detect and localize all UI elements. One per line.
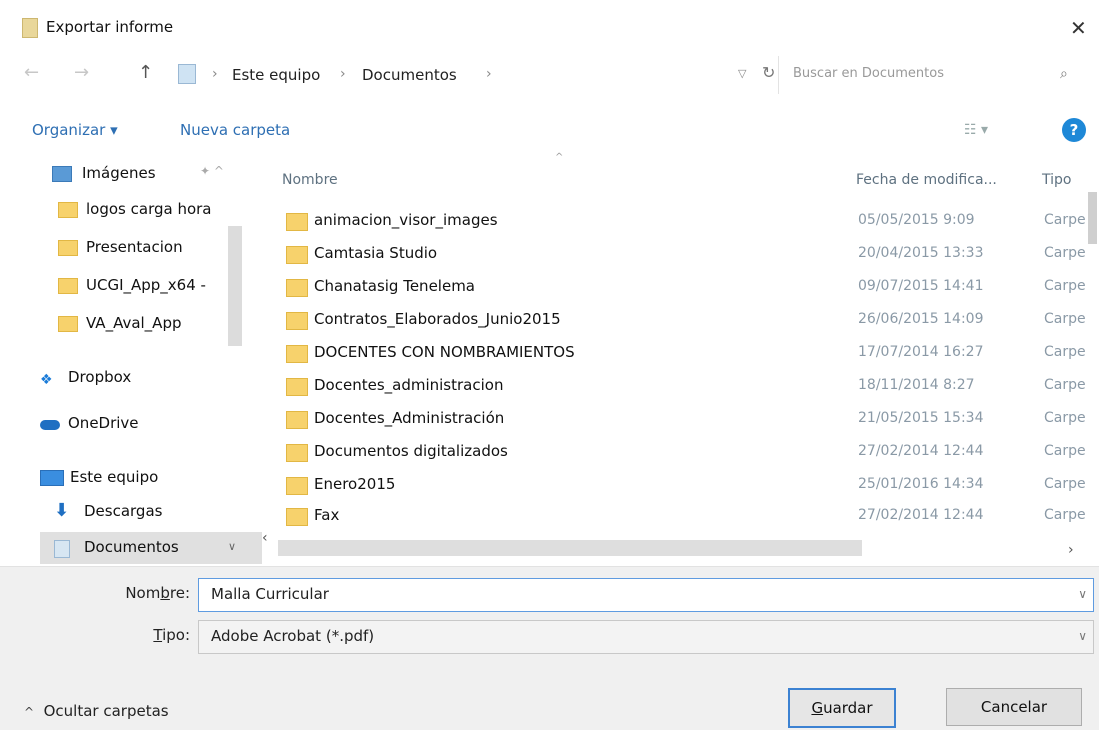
forward-arrow-icon[interactable]: → (74, 62, 89, 83)
document-icon (22, 18, 38, 38)
folder-icon (286, 213, 308, 231)
file-row[interactable]: animacion_visor_images 05/05/2015 9:09 C… (282, 206, 1094, 236)
sidebar-item-ucgi-app[interactable]: UCGI_App_x64 - (0, 270, 262, 302)
view-options-icon[interactable]: ☷ ▾ (964, 122, 988, 138)
window-title: Exportar informe (46, 18, 174, 36)
column-header-date[interactable]: Fecha de modifica... (856, 172, 997, 188)
folder-icon (58, 240, 78, 256)
scroll-right-icon[interactable]: › (1068, 542, 1074, 558)
sidebar-item-este-equipo[interactable]: Este equipo (0, 462, 262, 494)
horizontal-scroll-thumb[interactable] (278, 540, 862, 556)
file-name-input[interactable]: Malla Curricular (211, 585, 329, 603)
up-arrow-icon[interactable]: ↑ (138, 62, 153, 83)
sidebar-item-va-aval-app[interactable]: VA_Aval_App (0, 308, 262, 340)
chevron-down-icon[interactable]: ∨ (228, 540, 236, 553)
search-icon[interactable]: ⌕ (1060, 66, 1068, 82)
chevron-down-icon[interactable]: ∨ (1078, 587, 1087, 601)
title-bar: Exportar informe ✕ (0, 0, 1099, 52)
refresh-icon[interactable]: ↻ (762, 63, 775, 82)
save-button[interactable]: Guardar (788, 688, 896, 728)
sidebar-item-presentacion[interactable]: Presentacion (0, 232, 262, 264)
breadcrumb-documentos[interactable]: Documentos (362, 66, 457, 84)
download-icon: ⬇ (54, 500, 70, 521)
folder-icon (286, 345, 308, 363)
chevron-up-icon: ^ (24, 705, 35, 719)
computer-icon (40, 470, 64, 486)
folder-icon (58, 316, 78, 332)
vertical-scroll-thumb[interactable] (1088, 192, 1097, 244)
folder-icon (286, 477, 308, 495)
folder-icon (286, 246, 308, 264)
hide-folders-toggle[interactable]: ^ Ocultar carpetas (24, 702, 169, 720)
back-arrow-icon[interactable]: ← (24, 62, 39, 83)
sidebar-item-descargas[interactable]: ⬇ Descargas (0, 496, 262, 528)
scroll-left-icon[interactable]: ‹ (262, 530, 268, 546)
type-label: Tipo: (153, 626, 190, 644)
pictures-icon (52, 166, 72, 182)
export-dialog: Exportar informe ✕ ← → ↑ › Este equipo ›… (0, 0, 1099, 730)
documents-icon (54, 540, 70, 558)
file-type-value: Adobe Acrobat (*.pdf) (211, 627, 375, 645)
close-icon[interactable]: ✕ (1070, 16, 1087, 40)
folder-icon (58, 202, 78, 218)
file-row[interactable]: Enero2015 25/01/2016 14:34 Carpe (282, 470, 1094, 500)
pin-icon[interactable]: ✦ ^ (200, 164, 224, 178)
folder-icon (286, 312, 308, 330)
folder-icon (58, 278, 78, 294)
search-input[interactable] (791, 65, 1045, 82)
folder-icon (286, 279, 308, 297)
file-row[interactable]: Camtasia Studio 20/04/2015 13:33 Carpe (282, 239, 1094, 269)
file-row[interactable]: Documentos digitalizados 27/02/2014 12:4… (282, 437, 1094, 467)
new-folder-button[interactable]: Nueva carpeta (180, 121, 290, 139)
file-row[interactable]: Fax 27/02/2014 12:44 Carpe (282, 501, 1094, 531)
file-row[interactable]: DOCENTES CON NOMBRAMIENTOS 17/07/2014 16… (282, 338, 1094, 368)
location-icon (178, 64, 196, 84)
file-row[interactable]: Docentes_Administración 21/05/2015 15:34… (282, 404, 1094, 434)
folder-icon (286, 444, 308, 462)
file-row[interactable]: Chanatasig Tenelema 09/07/2015 14:41 Car… (282, 272, 1094, 302)
folder-icon (286, 378, 308, 396)
folder-icon (286, 508, 308, 526)
file-row[interactable]: Docentes_administracion 18/11/2014 8:27 … (282, 371, 1094, 401)
cancel-button[interactable]: Cancelar (946, 688, 1082, 726)
onedrive-icon (40, 420, 60, 430)
sidebar-item-logos-carga-hora[interactable]: logos carga hora (0, 194, 262, 226)
column-header-name[interactable]: Nombre (282, 172, 338, 188)
chevron-down-icon[interactable]: ▽ (738, 67, 746, 80)
file-type-select[interactable]: Adobe Acrobat (*.pdf) ∨ (198, 620, 1094, 654)
breadcrumb-separator-icon: › (212, 66, 218, 82)
sidebar-item-dropbox[interactable]: ❖ Dropbox (0, 362, 262, 394)
file-name-field[interactable]: Malla Curricular ∨ (198, 578, 1094, 612)
column-header-type[interactable]: Tipo (1042, 172, 1071, 188)
organize-menu[interactable]: Organizar ▾ (32, 121, 118, 139)
sidebar-item-documentos[interactable]: Documentos ∨ (40, 532, 262, 564)
file-row[interactable]: Contratos_Elaborados_Junio2015 26/06/201… (282, 305, 1094, 335)
breadcrumb-separator-icon: › (340, 66, 346, 82)
search-box (778, 56, 1087, 94)
dropbox-icon: ❖ (40, 372, 53, 388)
navigation-pane: Imágenes ✦ ^ logos carga hora Presentaci… (0, 158, 270, 564)
sort-caret-icon: ^ (555, 152, 564, 163)
sidebar-item-onedrive[interactable]: OneDrive (0, 408, 262, 440)
sidebar-item-imagenes[interactable]: Imágenes ✦ ^ (0, 158, 262, 190)
help-icon[interactable]: ? (1062, 118, 1086, 142)
folder-icon (286, 411, 308, 429)
breadcrumb-este-equipo[interactable]: Este equipo (232, 66, 320, 84)
chevron-down-icon[interactable]: ∨ (1078, 629, 1087, 643)
breadcrumb-separator-icon: › (486, 66, 492, 82)
sidebar-scrollbar[interactable] (228, 226, 242, 346)
name-label: Nombre: (125, 584, 190, 602)
